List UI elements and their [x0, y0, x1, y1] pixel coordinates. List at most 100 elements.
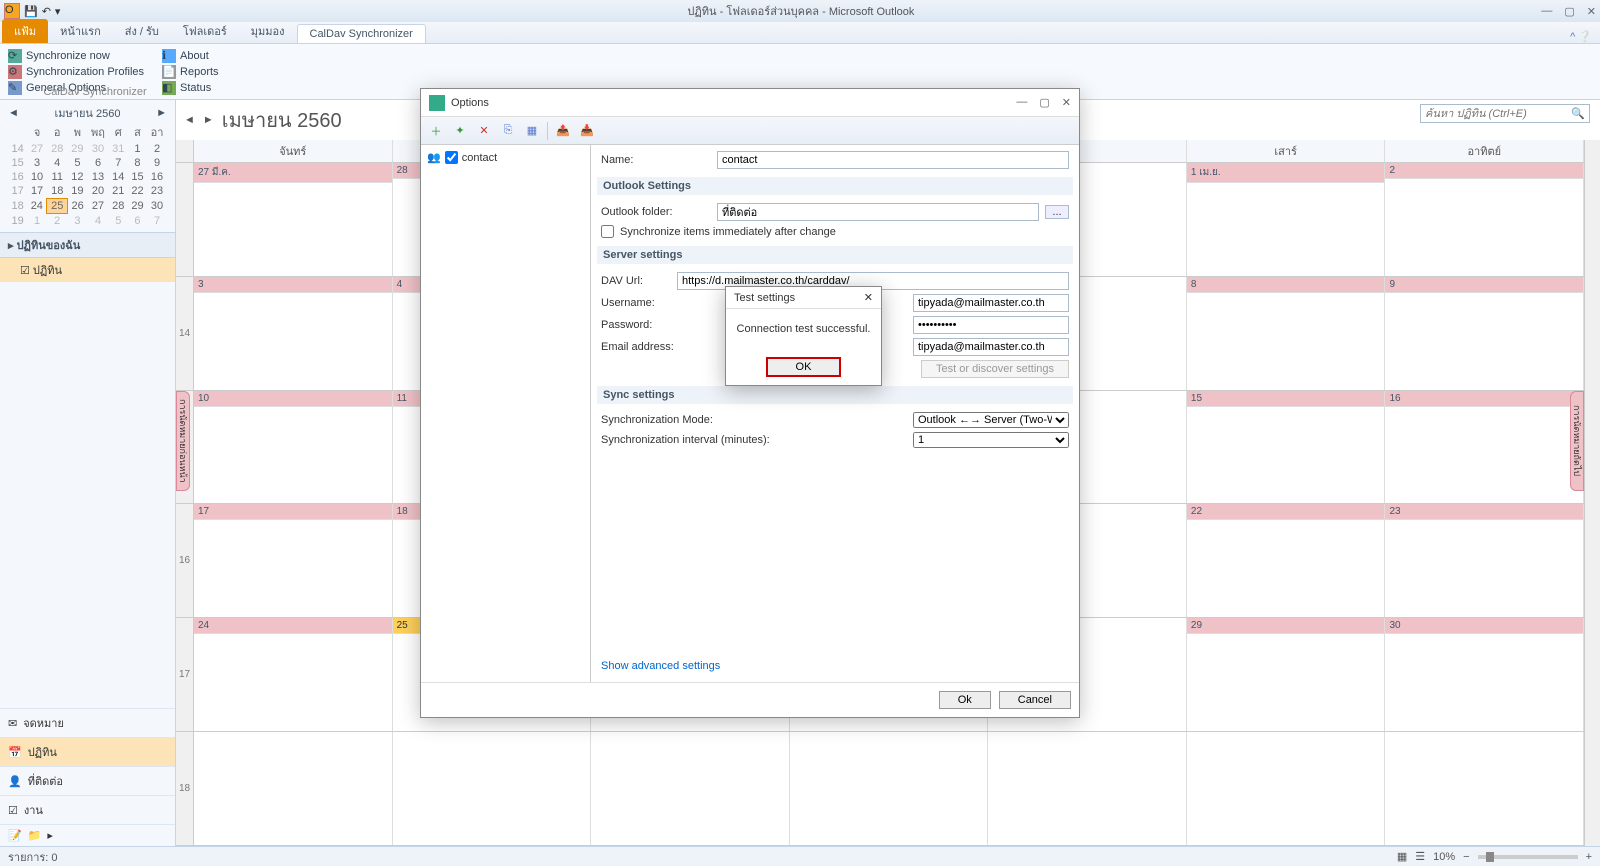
dialog-close-button[interactable]: ✕: [1062, 96, 1071, 109]
contacts-tree-icon: 👥: [427, 151, 441, 164]
tab-home[interactable]: หน้าแรก: [48, 19, 113, 43]
nav-calendar-button[interactable]: 📅ปฏิทิน: [0, 737, 175, 766]
outlook-icon: O: [4, 3, 20, 19]
view-list-icon[interactable]: ☰: [1415, 850, 1425, 863]
pass-input[interactable]: [913, 316, 1069, 334]
interval-label: Synchronization interval (minutes):: [601, 434, 801, 446]
sync-now-button[interactable]: ⟳Synchronize now: [8, 48, 144, 64]
profiles-button[interactable]: ⚙Synchronization Profiles: [8, 64, 144, 80]
show-advanced-link[interactable]: Show advanced settings: [601, 656, 1069, 676]
mini-prev-button[interactable]: ◄: [8, 107, 19, 119]
zoom-in-button[interactable]: +: [1586, 851, 1592, 863]
mini-month-label: เมษายน 2560: [55, 104, 121, 122]
move-profile-button[interactable]: ▦: [523, 122, 541, 140]
options-dialog: Options — ▢ ✕ ＋ ✦ ✕ ⎘ ▦ 📤 📥 👥 contact Na…: [420, 88, 1080, 718]
dialog-maximize-button[interactable]: ▢: [1039, 96, 1049, 109]
copy-profile-button[interactable]: ⎘: [499, 122, 517, 140]
ribbon-expand-icon[interactable]: ^ ❔: [1570, 30, 1600, 43]
interval-select[interactable]: 1: [913, 432, 1069, 448]
maximize-button[interactable]: ▢: [1564, 5, 1574, 18]
import-button[interactable]: 📥: [578, 122, 596, 140]
next-appointment-tab[interactable]: การนัดหมายถัดไป: [1570, 391, 1584, 491]
tab-folder[interactable]: โฟลเดอร์: [171, 19, 239, 43]
nav-mail-button[interactable]: ✉จดหมาย: [0, 708, 175, 737]
dialog-ok-button[interactable]: Ok: [939, 691, 991, 709]
minimize-button[interactable]: —: [1541, 5, 1552, 18]
folder-input[interactable]: [717, 203, 1039, 221]
window-title: ปฏิทิน - โฟลเดอร์ส่วนบุคคล - Microsoft O…: [60, 2, 1541, 20]
msg-title: Test settings: [734, 292, 795, 304]
nav-tasks-button[interactable]: ☑งาน: [0, 795, 175, 824]
profile-tree: 👥 contact: [421, 145, 591, 682]
dialog-footer: Ok Cancel: [421, 682, 1079, 717]
test-settings-dialog: Test settings ✕ Connection test successf…: [725, 286, 882, 386]
zoom-slider[interactable]: [1478, 855, 1578, 859]
prev-appointment-tab[interactable]: การนัดหมายก่อนหน้า: [176, 391, 190, 491]
options-icon: [429, 95, 445, 111]
msg-body: Connection test successful.: [726, 309, 881, 349]
mode-select[interactable]: Outlook ←→ Server (Two-Way): [913, 412, 1069, 428]
status-button[interactable]: ◧Status: [162, 80, 219, 96]
window-controls: — ▢ ✕: [1541, 5, 1596, 18]
add-multi-button[interactable]: ✦: [451, 122, 469, 140]
ribbon-group-label: CalDav Synchronizer: [40, 86, 150, 98]
nav-calendar-item[interactable]: ☑ ปฏิทิน: [0, 258, 175, 282]
delete-profile-button[interactable]: ✕: [475, 122, 493, 140]
quick-access-toolbar: O 💾 ↶ ▾: [4, 3, 60, 19]
mode-label: Synchronization Mode:: [601, 414, 801, 426]
navigation-pane: ◄ เมษายน 2560 ► จอพพฤศสอา142728293031121…: [0, 100, 176, 846]
qat-undo-icon[interactable]: ↶: [42, 5, 51, 18]
msg-title-bar: Test settings ✕: [726, 287, 881, 309]
folder-browse-button[interactable]: ...: [1045, 205, 1069, 219]
user-input[interactable]: [913, 294, 1069, 312]
shortcuts-icon[interactable]: ▸: [47, 829, 53, 842]
zoom-out-button[interactable]: −: [1463, 851, 1469, 863]
test-settings-button: Test or discover settings: [921, 360, 1069, 378]
cal-prev-button[interactable]: ◄: [184, 114, 195, 126]
status-items: รายการ: 0: [8, 848, 58, 866]
dialog-title-bar: Options — ▢ ✕: [421, 89, 1079, 117]
msg-close-button[interactable]: ✕: [864, 291, 873, 304]
close-button[interactable]: ✕: [1587, 5, 1596, 18]
nav-contacts-button[interactable]: 👤ที่ติดต่อ: [0, 766, 175, 795]
qat-save-icon[interactable]: 💾: [24, 5, 38, 18]
add-profile-button[interactable]: ＋: [427, 122, 445, 140]
sync-immediate-label: Synchronize items immediately after chan…: [620, 226, 836, 238]
profile-form: Name: Outlook Settings Outlook folder:..…: [591, 145, 1079, 682]
tree-item-checkbox[interactable]: [445, 151, 458, 164]
view-normal-icon[interactable]: ▦: [1397, 850, 1407, 863]
sync-section: Sync settings: [597, 386, 1073, 404]
email-label: Email address:: [601, 341, 701, 353]
user-label: Username:: [601, 297, 671, 309]
reports-button[interactable]: 📄Reports: [162, 64, 219, 80]
search-box[interactable]: 🔍: [1420, 104, 1590, 123]
dialog-title: Options: [451, 97, 489, 109]
calendar-icon: 📅: [8, 746, 22, 759]
email-input[interactable]: [913, 338, 1069, 356]
pass-label: Password:: [601, 319, 671, 331]
about-button[interactable]: ℹAbout: [162, 48, 219, 64]
tree-item-contact[interactable]: 👥 contact: [425, 149, 586, 166]
tab-file[interactable]: แฟ้ม: [2, 19, 48, 43]
tab-sendrecv[interactable]: ส่ง / รับ: [113, 19, 171, 43]
msg-ok-button[interactable]: OK: [766, 357, 842, 377]
tab-caldav[interactable]: CalDav Synchronizer: [297, 24, 426, 43]
dialog-cancel-button[interactable]: Cancel: [999, 691, 1071, 709]
mail-icon: ✉: [8, 717, 17, 730]
search-icon[interactable]: 🔍: [1571, 107, 1585, 120]
folder-icon[interactable]: 📁: [28, 829, 42, 842]
sync-immediate-checkbox[interactable]: [601, 225, 614, 238]
notes-icon[interactable]: 📝: [8, 829, 22, 842]
mini-calendar-grid[interactable]: จอพพฤศสอา1427282930311215345678916101112…: [8, 122, 167, 228]
name-input[interactable]: [717, 151, 1069, 169]
nav-section-header[interactable]: ▸ ปฏิทินของฉัน: [0, 232, 175, 258]
cal-next-button[interactable]: ►: [203, 114, 214, 126]
ribbon-tabs: แฟ้ม หน้าแรก ส่ง / รับ โฟลเดอร์ มุมมอง C…: [0, 22, 1600, 44]
tab-view[interactable]: มุมมอง: [239, 19, 297, 43]
search-input[interactable]: [1425, 108, 1571, 120]
nav-bottom-icons: 📝 📁 ▸: [0, 824, 175, 846]
mini-next-button[interactable]: ►: [156, 107, 167, 119]
scrollbar[interactable]: [1584, 140, 1600, 846]
dialog-minimize-button[interactable]: —: [1016, 96, 1027, 109]
export-button[interactable]: 📤: [554, 122, 572, 140]
